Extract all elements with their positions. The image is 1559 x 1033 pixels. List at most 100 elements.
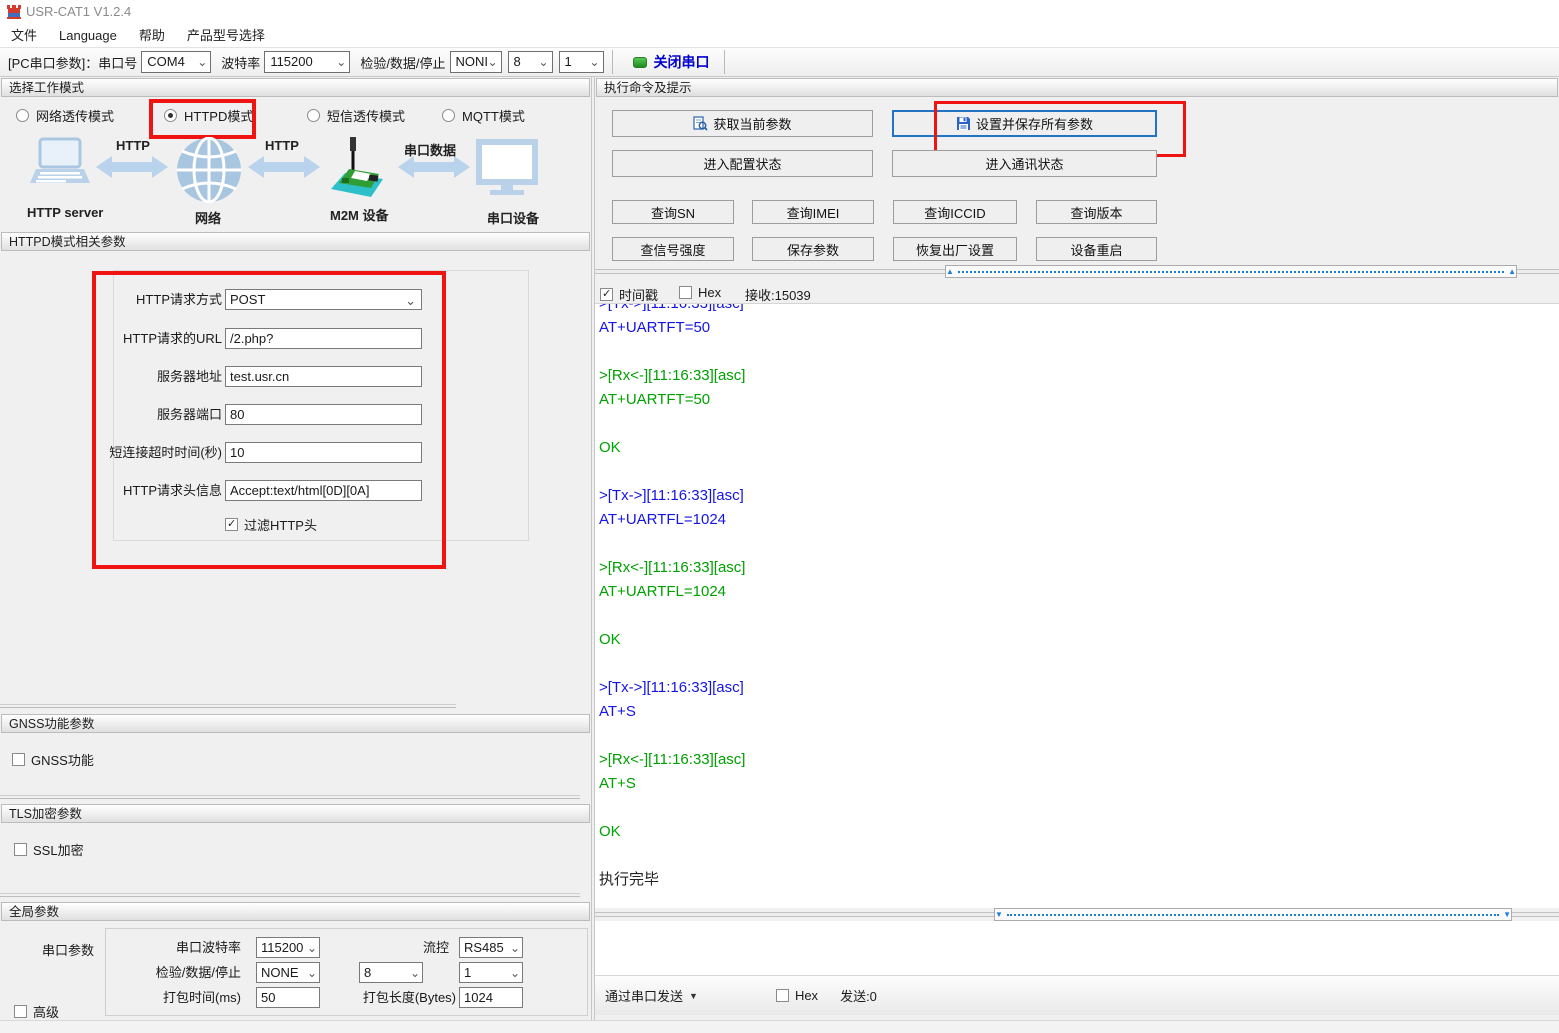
flow-control-label: 流控 <box>346 937 449 958</box>
serial-parity-label: 检验/数据/停止 <box>106 962 241 983</box>
send-splitter-handle[interactable]: ▼ ▼ <box>994 908 1512 921</box>
checkbox-icon <box>679 286 692 299</box>
http-method-select[interactable]: POST ⌄ <box>225 289 422 310</box>
short-conn-timeout-input[interactable]: 10 <box>225 442 422 463</box>
advanced-checkbox[interactable]: 高级 <box>14 1002 59 1021</box>
chevron-down-icon: ⌄ <box>307 964 317 983</box>
radio-mqtt-mode[interactable]: MQTT模式 <box>442 106 525 125</box>
port-open-indicator-icon <box>633 57 647 68</box>
node-label-http-server: HTTP server <box>27 205 103 220</box>
pack-time-label: 打包时间(ms) <box>106 987 241 1008</box>
left-panel: 选择工作模式 网络透传模式 HTTPD模式 短信透传模式 MQTT模式 <box>0 77 591 1033</box>
radio-httpd-mode[interactable]: HTTPD模式 <box>164 106 253 125</box>
recv-hex-checkbox[interactable]: Hex <box>679 285 721 300</box>
com-port-select[interactable]: COM4⌄ <box>141 51 211 73</box>
query-iccid-button[interactable]: 查询ICCID <box>893 200 1017 224</box>
node-label-network: 网络 <box>195 208 221 227</box>
tls-header: TLS加密参数 <box>1 804 590 823</box>
divider <box>0 704 456 708</box>
radio-icon <box>307 109 320 122</box>
toolbar-separator <box>724 50 725 74</box>
serial-stopbits-select[interactable]: 1 ⌄ <box>459 962 523 983</box>
log-line: AT+UARTFT=50 <box>599 388 1559 412</box>
send-via-serial-button[interactable]: 通过串口发送 ▼ <box>605 986 698 1005</box>
log-line <box>599 724 1559 748</box>
serial-device-icon <box>476 139 538 197</box>
ssl-checkbox[interactable]: SSL加密 <box>14 840 84 859</box>
node-label-m2m: M2M 设备 <box>330 205 389 224</box>
menu-help[interactable]: 帮助 <box>128 25 176 47</box>
log-area[interactable]: >[Tx->][11:16:33][asc] AT+UARTFT=50 >[Rx… <box>595 303 1559 908</box>
baud-select[interactable]: 115200⌄ <box>264 51 350 73</box>
server-address-label: 服务器地址 <box>157 366 222 387</box>
network-globe-icon <box>176 137 242 203</box>
serial-baud-select[interactable]: 115200 ⌄ <box>256 937 320 958</box>
pack-length-input[interactable]: 1024 <box>459 987 523 1008</box>
app-icon <box>6 4 22 20</box>
checkbox-icon <box>12 753 25 766</box>
log-line: >[Tx->][11:16:33][asc] <box>599 303 1559 316</box>
log-line <box>599 532 1559 556</box>
log-line <box>599 844 1559 868</box>
close-port-button[interactable]: 关闭串口 <box>633 52 710 72</box>
pc-serial-label: [PC串口参数]：串口号 <box>8 53 137 72</box>
http-header-input[interactable]: Accept:text/html[0D][0A] <box>225 480 422 501</box>
radio-sms-passthrough[interactable]: 短信透传模式 <box>307 106 405 125</box>
enter-comm-button[interactable]: 进入通讯状态 <box>892 150 1157 177</box>
menu-language[interactable]: Language <box>48 25 128 47</box>
chevron-down-icon: ⌄ <box>410 964 420 983</box>
set-save-params-button[interactable]: 设置并保存所有参数 <box>892 110 1157 137</box>
link-label: HTTP <box>116 138 150 153</box>
stopbits-select[interactable]: 1⌄ <box>559 51 604 73</box>
grip-dots <box>1007 914 1499 916</box>
log-line: AT+S <box>599 700 1559 724</box>
window-title: USR-CAT1 V1.2.4 <box>26 4 131 19</box>
menu-product-model[interactable]: 产品型号选择 <box>176 25 276 47</box>
server-port-input[interactable]: 80 <box>225 404 422 425</box>
radio-net-passthrough[interactable]: 网络透传模式 <box>16 106 114 125</box>
log-line: OK <box>599 628 1559 652</box>
send-input-area[interactable] <box>595 921 1559 975</box>
log-line <box>599 412 1559 436</box>
save-params-button[interactable]: 保存参数 <box>752 237 874 261</box>
title-bar: USR-CAT1 V1.2.4 <box>0 0 1559 25</box>
flow-control-select[interactable]: RS485 ⌄ <box>459 937 523 958</box>
http-header-label: HTTP请求头信息 <box>123 480 222 501</box>
chevron-down-icon: ⌄ <box>197 54 207 70</box>
query-signal-button[interactable]: 查信号强度 <box>612 237 734 261</box>
menu-file[interactable]: 文件 <box>0 25 48 47</box>
gnss-checkbox[interactable]: GNSS功能 <box>12 750 94 769</box>
reboot-button[interactable]: 设备重启 <box>1036 237 1157 261</box>
filter-http-header-checkbox[interactable]: 过滤HTTP头 <box>225 515 317 534</box>
log-line: AT+S <box>599 772 1559 796</box>
http-url-input[interactable]: /2.php? <box>225 328 422 349</box>
checkbox-icon <box>776 989 789 1002</box>
server-port-label: 服务器端口 <box>157 404 222 425</box>
log-line <box>599 604 1559 628</box>
databits-select[interactable]: 8⌄ <box>508 51 553 73</box>
grip-dots <box>958 271 1504 273</box>
get-params-button[interactable]: 获取当前参数 <box>612 110 873 137</box>
collapse-arrow-icon: ▼ <box>1503 911 1511 919</box>
checkbox-icon <box>600 288 613 301</box>
collapse-arrow-icon: ▲ <box>946 268 954 276</box>
parity-select[interactable]: NONI⌄ <box>450 51 502 73</box>
log-splitter-handle[interactable]: ▲ ▲ <box>945 265 1517 278</box>
work-mode-header: 选择工作模式 <box>1 78 590 97</box>
query-version-button[interactable]: 查询版本 <box>1036 200 1157 224</box>
toolbar-separator <box>612 50 613 74</box>
radio-icon <box>442 109 455 122</box>
server-address-input[interactable]: test.usr.cn <box>225 366 422 387</box>
enter-config-button[interactable]: 进入配置状态 <box>612 150 873 177</box>
factory-reset-button[interactable]: 恢复出厂设置 <box>893 237 1017 261</box>
query-sn-button[interactable]: 查询SN <box>612 200 734 224</box>
send-hex-checkbox[interactable]: Hex <box>776 988 818 1003</box>
parity-label: 检验/数据/停止 <box>360 53 445 72</box>
chevron-down-icon: ⌄ <box>336 54 346 70</box>
serial-parity-select[interactable]: NONE ⌄ <box>256 962 320 983</box>
timestamp-checkbox[interactable]: 时间戳 <box>600 285 658 304</box>
m2m-device-icon <box>325 135 393 205</box>
query-imei-button[interactable]: 查询IMEI <box>752 200 874 224</box>
serial-databits-select[interactable]: 8 ⌄ <box>359 962 423 983</box>
chevron-down-icon: ⌄ <box>510 964 520 983</box>
